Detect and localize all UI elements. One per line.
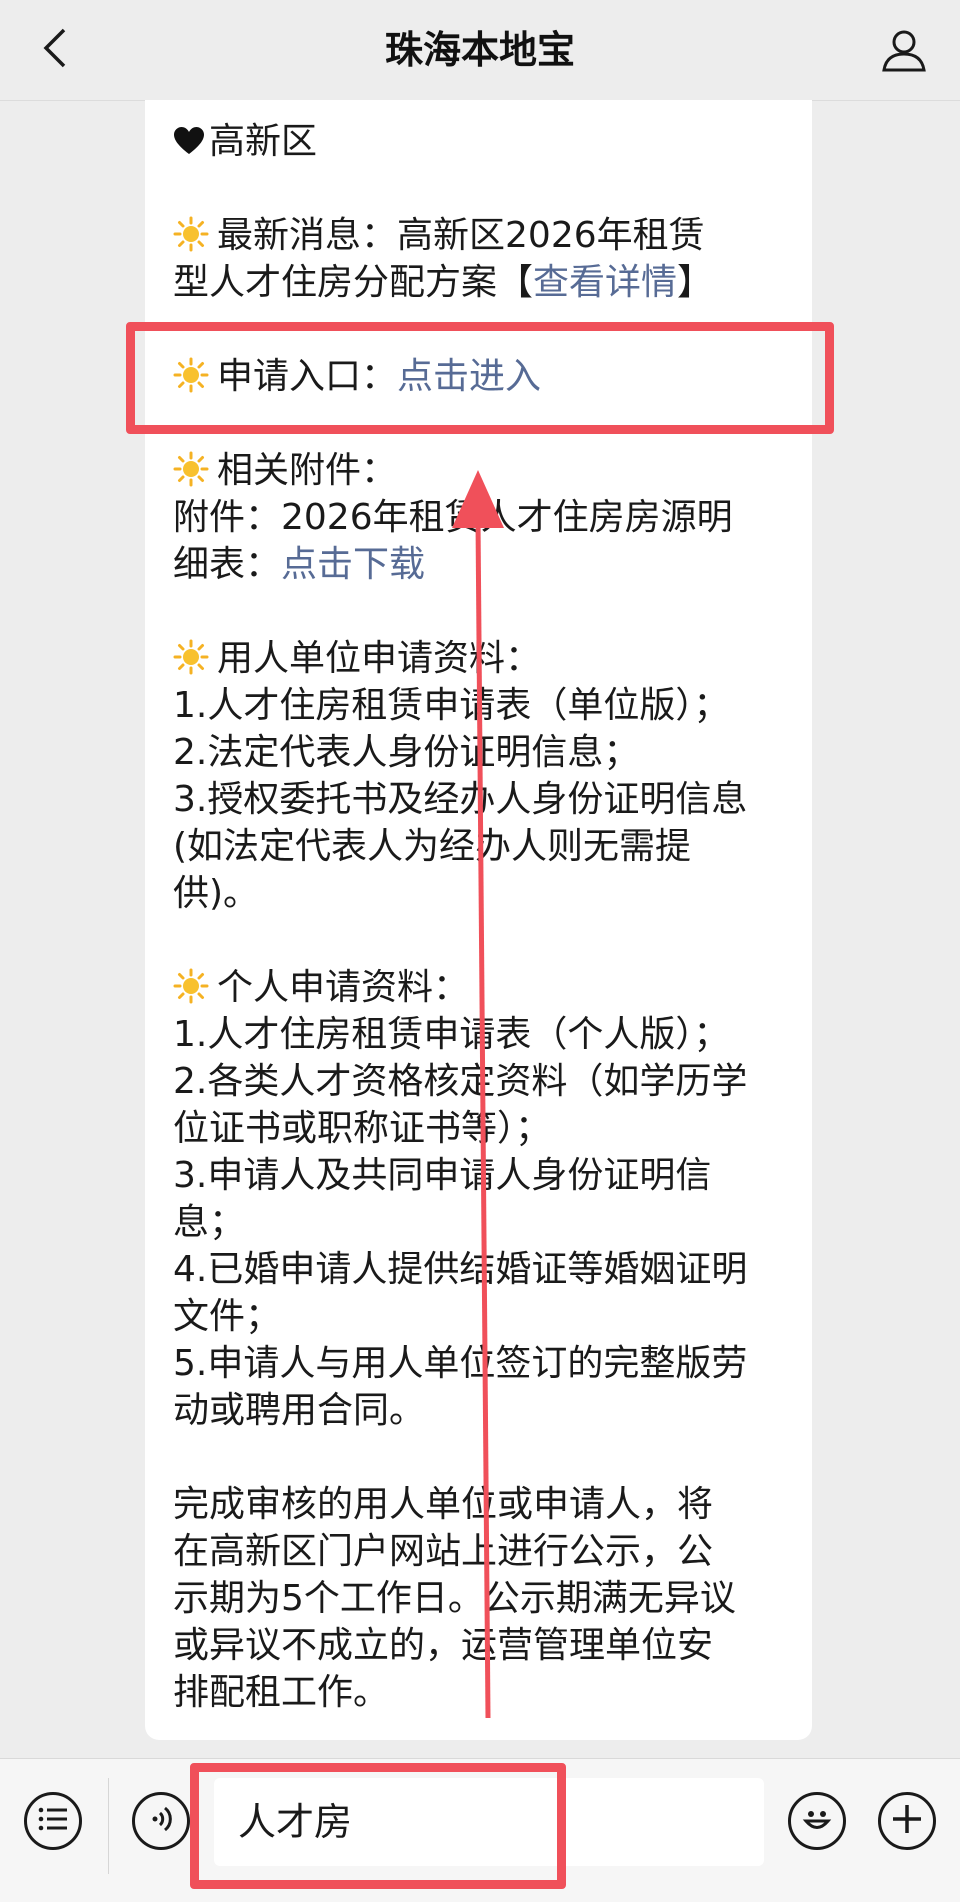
emoji-button[interactable] xyxy=(788,1792,846,1850)
profile-button[interactable] xyxy=(876,24,932,80)
bar-divider xyxy=(108,1778,109,1874)
personal-heading: 个人申请资料： xyxy=(217,967,470,1008)
attach-line-1: 附件：2026年租赁人才住房房源明 xyxy=(173,497,733,538)
notice-line: 排配租工作。 xyxy=(173,1672,390,1713)
personal-item: 4.已婚申请人提供结婚证等婚姻证明 xyxy=(173,1249,748,1290)
personal-item: 位证书或职称证书等）； xyxy=(173,1108,552,1149)
plus-icon xyxy=(891,1803,923,1839)
sun-icon xyxy=(173,639,209,675)
voice-icon xyxy=(146,1804,176,1838)
employer-item: 1.人才住房租赁申请表（单位版）； xyxy=(173,685,730,726)
personal-item: 息； xyxy=(173,1202,246,1243)
sun-icon xyxy=(173,216,209,252)
download-link[interactable]: 点击下载 xyxy=(281,544,425,585)
district-label: 高新区 xyxy=(209,121,318,162)
header-bar: 珠海本地宝 xyxy=(0,0,960,101)
notice-line: 示期为5个工作日。公示期满无异议 xyxy=(173,1578,736,1619)
attach-line-2: 细表：点击下载 xyxy=(173,541,793,588)
personal-item: 2.各类人才资格核定资料（如学历学 xyxy=(173,1061,748,1102)
district-line: 高新区 xyxy=(173,118,793,165)
employer-item: 供)。 xyxy=(173,873,260,914)
news-close: 】 xyxy=(677,262,714,303)
news-text-1: 高新区2026年租赁 xyxy=(397,215,705,256)
user-icon xyxy=(880,26,928,78)
personal-heading-line: 个人申请资料： xyxy=(173,964,793,1011)
menu-button[interactable] xyxy=(24,1792,82,1850)
personal-item: 3.申请人及共同申请人身份证明信 xyxy=(173,1155,712,1196)
sun-icon xyxy=(173,968,209,1004)
attach-prefix: 细表： xyxy=(173,544,282,585)
employer-item: 3.授权委托书及经办人身份证明信息 xyxy=(173,779,748,820)
employer-heading-line: 用人单位申请资料： xyxy=(173,635,793,682)
attach-label: 相关附件： xyxy=(217,450,398,491)
employer-item: (如法定代表人为经办人则无需提 xyxy=(173,826,692,867)
notice-line: 在高新区门户网站上进行公示，公 xyxy=(173,1531,714,1572)
personal-item: 文件； xyxy=(173,1296,282,1337)
attach-heading-line: 相关附件： xyxy=(173,447,793,494)
view-details-link[interactable]: 查看详情 xyxy=(533,262,677,303)
page-title: 珠海本地宝 xyxy=(384,28,575,72)
plus-button[interactable] xyxy=(878,1792,936,1850)
heart-icon xyxy=(173,121,205,154)
notice-line: 完成审核的用人单位或申请人，将 xyxy=(173,1484,714,1525)
news-label: 最新消息： xyxy=(217,215,398,256)
notice-line: 或异议不成立的，运营管理单位安 xyxy=(173,1625,714,1666)
entry-highlight-box xyxy=(126,322,834,434)
sun-icon xyxy=(173,451,209,487)
personal-item: 动或聘用合同。 xyxy=(173,1390,426,1431)
news-text-2: 型人才住房分配方案【 xyxy=(173,262,534,303)
personal-item: 5.申请人与用人单位签订的完整版劳 xyxy=(173,1343,748,1384)
personal-item: 1.人才住房租赁申请表（个人版）； xyxy=(173,1014,730,1055)
news-line-1: 最新消息：高新区2026年租赁 xyxy=(173,212,793,259)
employer-heading: 用人单位申请资料： xyxy=(217,638,542,679)
input-highlight-box xyxy=(190,1763,566,1889)
voice-button[interactable] xyxy=(132,1792,190,1850)
employer-item: 2.法定代表人身份证明信息； xyxy=(173,732,640,773)
menu-list-icon xyxy=(38,1806,68,1836)
news-line-2: 型人才住房分配方案【查看详情】 xyxy=(173,259,793,306)
emoji-icon xyxy=(800,1804,834,1838)
